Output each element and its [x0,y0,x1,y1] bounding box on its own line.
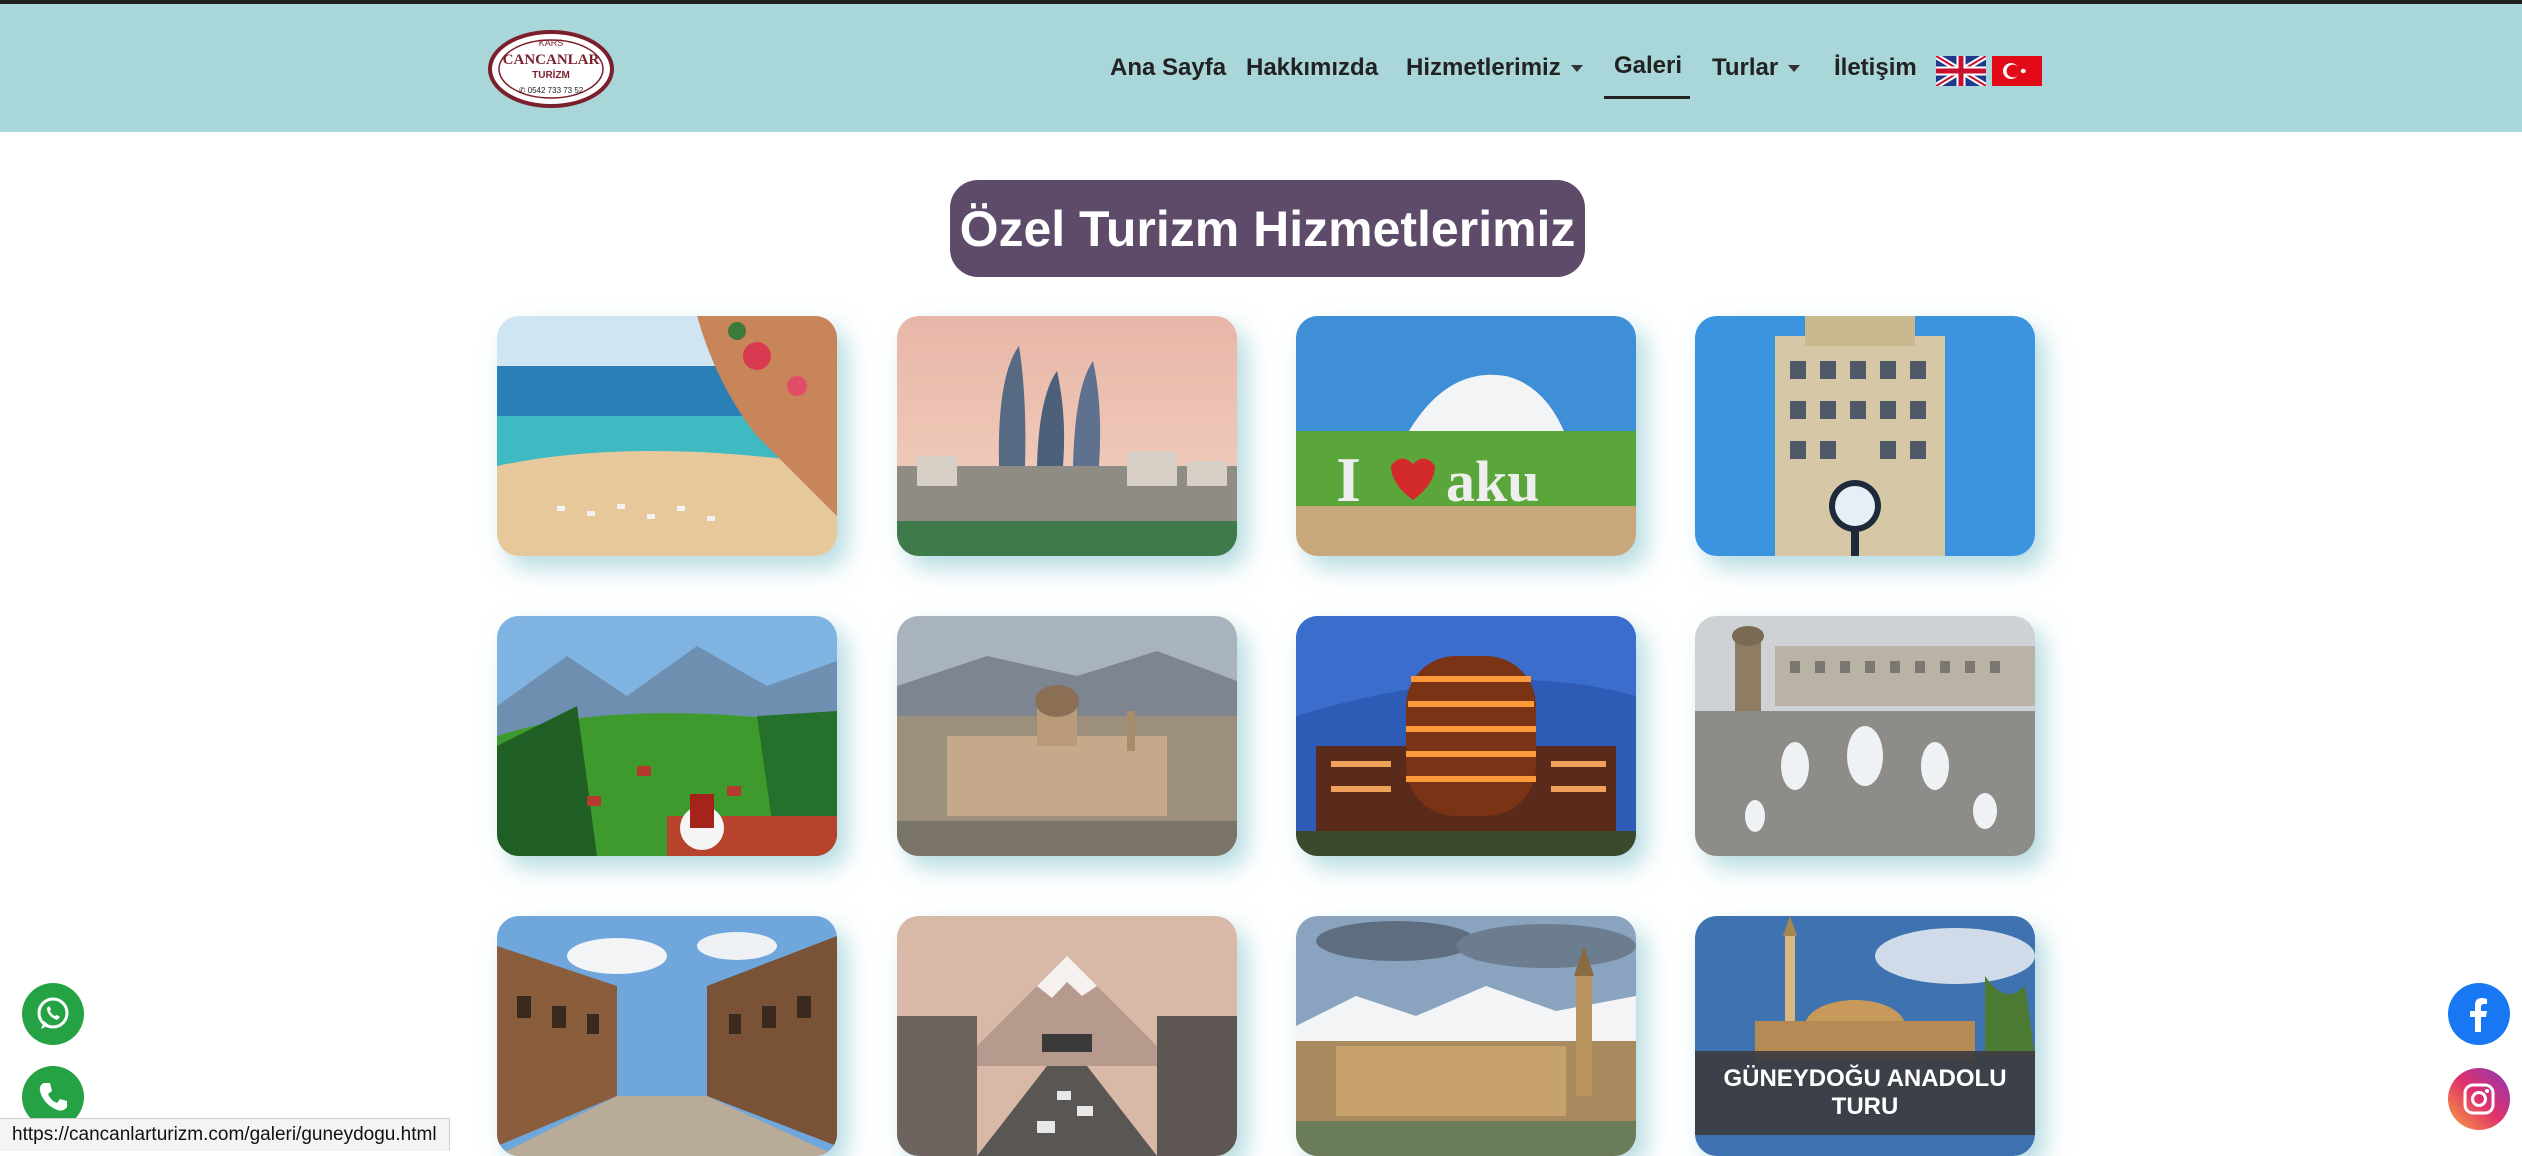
browser-status-url: https://cancanlarturizm.com/galeri/guney… [0,1118,450,1151]
gallery-card-caption: GÜNEYDOĞU ANADOLU TURU [1695,1051,2035,1135]
company-logo[interactable]: KARS CANCANLAR TURİZM ✆ 0542 733 73 52 [488,30,614,108]
svg-text:✆ 0542 733 73 52: ✆ 0542 733 73 52 [519,86,584,95]
historic-stone-street-photo [497,916,837,1156]
mountain-avenue-photo [897,916,1237,1156]
uk-flag-icon[interactable] [1934,53,1988,89]
i-love-baku-sign-photo: I aku [1296,316,1636,556]
chevron-down-icon [1570,65,1583,73]
gallery-card-mountain-avenue[interactable] [897,916,1237,1156]
svg-text:TURİZM: TURİZM [532,68,570,81]
gallery-card-beach[interactable] [497,316,837,556]
facebook-icon [2470,998,2487,1032]
navbar: KARS CANCANLAR TURİZM ✆ 0542 733 73 52 A… [0,4,2522,132]
whatsapp-button[interactable] [22,983,84,1045]
nav-about[interactable]: Hakkımızda [1246,54,1378,82]
gallery-card-lit-building[interactable] [1296,616,1636,856]
nav-services-label: Hizmetlerimiz [1406,54,1561,81]
whatsapp-icon [37,997,69,1029]
clock-tower-hotel-photo [1695,316,2035,556]
gallery-card-green-plateau[interactable] [497,616,837,856]
svg-text:CANCANLAR: CANCANLAR [503,52,600,68]
beach-cove-photo [497,316,837,556]
section-title-badge: Özel Turizm Hizmetlerimiz [950,180,1585,277]
nav-services-dropdown[interactable]: Hizmetlerimiz [1406,54,1583,82]
gallery-card-southeast-anatolia[interactable]: GÜNEYDOĞU ANADOLU TURU [1695,916,2035,1156]
nav-home[interactable]: Ana Sayfa [1110,54,1226,82]
green-plateau-tea-photo [497,616,837,856]
gallery-card-ishak-pasha[interactable] [897,616,1237,856]
nav-contact[interactable]: İletişim [1834,54,1917,82]
gallery-card-mosque-mountains[interactable] [1296,916,1636,1156]
ishak-pasha-palace-photo [897,616,1237,856]
instagram-button[interactable] [2448,1068,2510,1130]
svg-text:aku: aku [1446,449,1540,514]
gallery-card-clock-tower[interactable] [1695,316,2035,556]
nav-gallery[interactable]: Galeri [1614,52,1682,80]
facebook-button[interactable] [2448,983,2510,1045]
active-nav-indicator [1604,96,1690,99]
svg-text:I: I [1336,444,1361,515]
chevron-down-icon [1788,65,1801,73]
mosque-snowy-mountains-photo [1296,916,1636,1156]
section-title: Özel Turizm Hizmetlerimiz [959,200,1576,257]
svg-text:KARS: KARS [539,38,564,48]
phone-icon [39,1083,67,1111]
gallery-card-flame-towers[interactable] [897,316,1237,556]
gallery-card-fountain-square[interactable] [1695,616,2035,856]
gallery-card-i-love-baku[interactable]: I aku [1296,316,1636,556]
turkey-flag-icon[interactable] [1992,56,2042,86]
lit-round-building-photo [1296,616,1636,856]
nav-tours-label: Turlar [1712,54,1779,81]
fountain-square-photo [1695,616,2035,856]
baku-flame-towers-photo [897,316,1237,556]
nav-tours-dropdown[interactable]: Turlar [1712,54,1801,82]
instagram-icon [2463,1083,2495,1115]
gallery-card-historic-street[interactable] [497,916,837,1156]
